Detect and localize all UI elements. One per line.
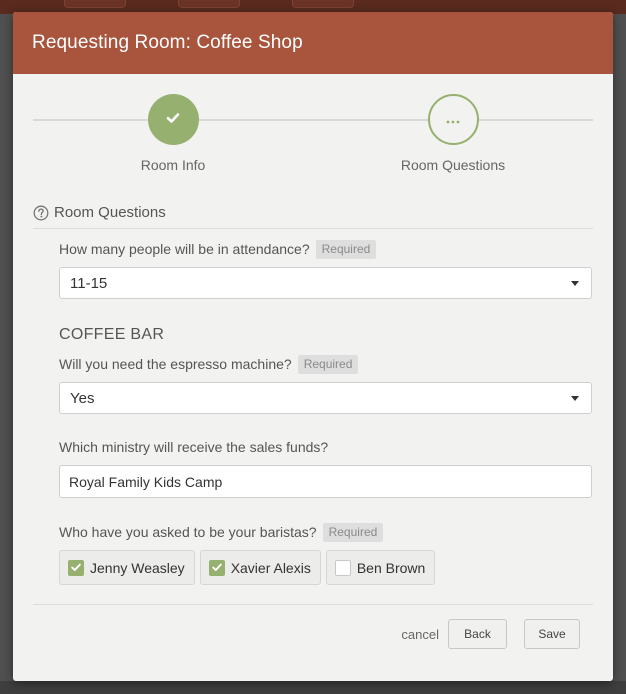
ministry-question: Which ministry will receive the sales fu…: [59, 436, 592, 458]
cancel-link[interactable]: cancel: [401, 627, 439, 642]
background-bottom-panel: [0, 681, 626, 694]
step-current-circle: [427, 94, 479, 145]
section-title: Room Questions: [54, 204, 166, 221]
background-toolbar-button: [292, 0, 354, 8]
checkbox-unchecked-icon[interactable]: [334, 559, 351, 576]
background-toolbar-button: [178, 0, 240, 8]
question-label: Who have you asked to be your baristas?: [59, 524, 317, 540]
checkbox-label: Jenny Weasley: [90, 559, 185, 576]
step-room-info[interactable]: Room Info: [93, 94, 253, 173]
caret-down-icon: [571, 395, 579, 401]
background-left-panel: [0, 14, 14, 694]
attendance-select[interactable]: 11-15: [59, 267, 592, 299]
background-toolbar-button: [64, 0, 126, 8]
step-completed-circle: [147, 94, 199, 145]
background-right-panel: [613, 14, 626, 694]
questions-form: How many people will be in attendance? R…: [13, 238, 613, 585]
checkbox-ben-brown[interactable]: Ben Brown: [325, 550, 436, 585]
step-room-questions[interactable]: Room Questions: [373, 94, 533, 173]
caret-down-icon: [571, 280, 579, 286]
input-value: Royal Family Kids Camp: [69, 473, 223, 490]
question-label: How many people will be in attendance?: [59, 241, 310, 257]
modal-title: Requesting Room: Coffee Shop: [32, 32, 303, 53]
required-badge: Required: [315, 239, 377, 259]
ministry-input[interactable]: Royal Family Kids Camp: [59, 465, 592, 498]
required-badge: Required: [322, 522, 384, 542]
checkbox-label: Xavier Alexis: [230, 559, 311, 576]
required-badge: Required: [297, 354, 359, 374]
section-heading: Room Questions: [33, 204, 593, 229]
select-value: Yes: [70, 389, 95, 407]
checkbox-checked-icon[interactable]: [208, 559, 225, 576]
ellipsis-icon: [446, 111, 460, 129]
checkbox-xavier-alexis[interactable]: Xavier Alexis: [199, 550, 321, 585]
save-button[interactable]: Save: [524, 619, 580, 649]
checkbox-label: Ben Brown: [356, 559, 426, 576]
baristas-question: Who have you asked to be your baristas? …: [59, 521, 592, 543]
group-heading: COFFEE BAR: [59, 326, 165, 343]
modal-footer: cancel Back Save: [13, 605, 613, 649]
select-value: 11-15: [70, 274, 108, 292]
checkbox-jenny-weasley[interactable]: Jenny Weasley: [59, 550, 195, 585]
stepper: Room Info Room Questions: [13, 74, 613, 194]
back-button[interactable]: Back: [448, 619, 507, 649]
attendance-question: How many people will be in attendance? R…: [59, 238, 592, 260]
check-icon: [166, 111, 180, 129]
baristas-checkbox-group: Jenny Weasley Xavier Alexis Ben Brown: [59, 550, 592, 585]
step-label: Room Info: [140, 157, 206, 173]
help-circle-icon[interactable]: [33, 205, 49, 221]
checkbox-checked-icon[interactable]: [68, 559, 84, 576]
espresso-select[interactable]: Yes: [59, 382, 592, 414]
question-label: Which ministry will receive the sales fu…: [59, 439, 329, 455]
modal-header: Requesting Room: Coffee Shop: [13, 12, 613, 74]
question-label: Will you need the espresso machine?: [59, 356, 292, 372]
step-label: Room Questions: [400, 157, 506, 173]
espresso-question: Will you need the espresso machine? Requ…: [59, 353, 592, 375]
request-room-modal: Requesting Room: Coffee Shop Room Info R…: [13, 12, 613, 681]
